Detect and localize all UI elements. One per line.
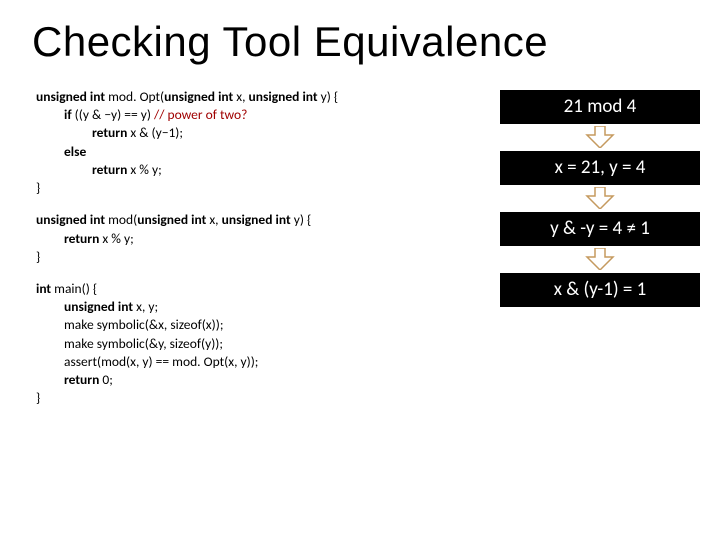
code-comment: // power of two? (154, 106, 247, 123)
trace-box-4: x & (y-1) = 1 (500, 273, 700, 307)
arrow-down-icon (500, 246, 700, 273)
code-type: unsigned int (36, 88, 108, 105)
code-kw: return (92, 161, 130, 178)
arrow-down-icon (500, 185, 700, 212)
code-fn: mod( (108, 211, 137, 228)
code-text: y) { (321, 88, 339, 105)
code-main: int main() { unsigned int x, y; make sym… (36, 280, 500, 408)
code-type: unsigned int (137, 211, 209, 228)
code-text: 0; (102, 371, 112, 388)
code-text: x, (236, 88, 248, 105)
code-modopt: unsigned int mod. Opt(unsigned int x, un… (36, 88, 500, 197)
code-kw: else (64, 143, 86, 160)
arrow-down-icon (500, 124, 700, 151)
code-fn: mod. Opt( (108, 88, 164, 105)
trace-box-2: x = 21, y = 4 (500, 151, 700, 185)
slide-content: unsigned int mod. Opt(unsigned int x, un… (0, 66, 720, 422)
code-kw: return (64, 230, 102, 247)
slide-title: Checking Tool Equivalence (0, 0, 720, 66)
code-type: unsigned int (64, 298, 136, 315)
code-text: x, y; (136, 298, 158, 315)
code-type: unsigned int (222, 211, 294, 228)
code-text: } (36, 179, 500, 197)
trace-box-1: 21 mod 4 (500, 90, 700, 124)
code-type: unsigned int (36, 211, 108, 228)
code-text: x & (y−1); (130, 124, 183, 141)
code-kw: return (92, 124, 130, 141)
code-text: x % y; (102, 230, 133, 247)
trace-box-3: y & -y = 4 ≠ 1 (500, 212, 700, 246)
code-text: x, (209, 211, 221, 228)
code-column: unsigned int mod. Opt(unsigned int x, un… (36, 88, 500, 422)
code-text: y) { (294, 211, 312, 228)
code-type: unsigned int (164, 88, 236, 105)
code-text: assert(mod(x, y) == mod. Opt(x, y)); (36, 353, 500, 371)
code-type: unsigned int (249, 88, 321, 105)
code-type: int (36, 280, 54, 297)
code-mod: unsigned int mod(unsigned int x, unsigne… (36, 211, 500, 266)
code-text: make symbolic(&x, sizeof(x)); (36, 316, 500, 334)
code-text: } (36, 248, 500, 266)
code-text: ((y & −y) == y) (75, 106, 154, 123)
code-kw: if (64, 106, 75, 123)
trace-column: 21 mod 4 x = 21, y = 4 y & -y = 4 ≠ 1 x … (500, 88, 700, 422)
code-text: make symbolic(&y, sizeof(y)); (36, 335, 500, 353)
code-text: x % y; (130, 161, 161, 178)
code-text: main() { (54, 280, 97, 297)
code-text: } (36, 389, 500, 407)
code-kw: return (64, 371, 102, 388)
